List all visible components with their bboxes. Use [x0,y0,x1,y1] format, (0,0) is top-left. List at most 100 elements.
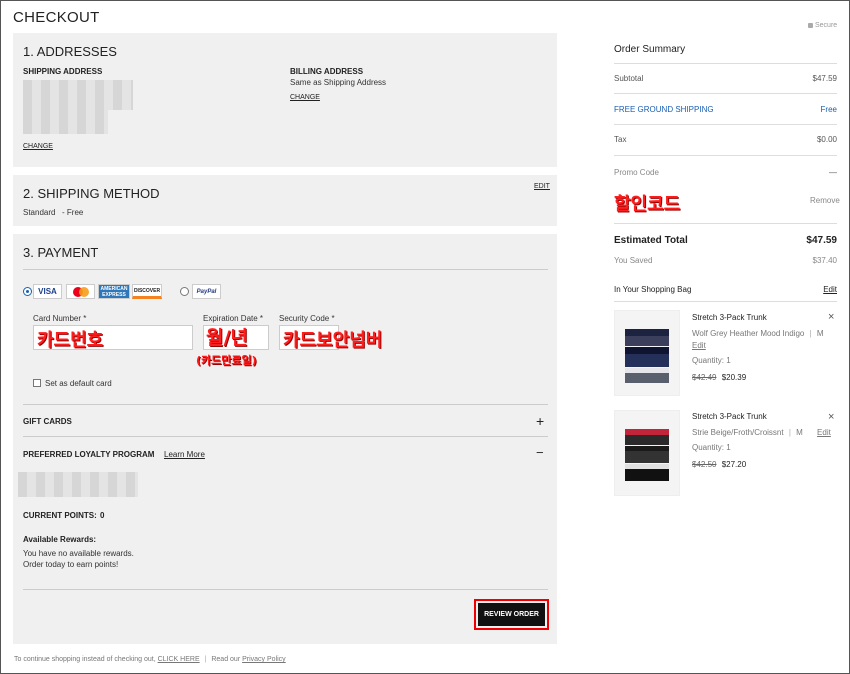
summary-divider-6 [614,301,837,302]
footer-read-our: Read our [211,656,241,663]
promo-code-label: Promo Code [614,168,659,177]
card-number-label: Card Number * [33,314,87,323]
item-2-quantity: Quantity: 1 [692,443,731,452]
item-1-variant: Wolf Grey Heather Mood Indigo | M [692,329,824,338]
shipping-address-label: SHIPPING ADDRESS [23,67,103,76]
tax-label: Tax [614,135,627,144]
gift-cards-expand-icon[interactable]: + [536,413,544,429]
item-2-color: Strie Beige/Froth/Croissnt [692,428,784,437]
shipping-row: FREE GROUND SHIPPING Free [614,105,837,114]
loyalty-collapse-icon[interactable]: − [536,445,544,460]
expiration-annotation: 월/년 [206,327,248,349]
card-radio[interactable] [23,287,32,296]
tax-value: $0.00 [816,135,837,144]
summary-divider-4 [614,155,837,156]
you-saved-label: You Saved [614,256,653,265]
secure-label: Secure [815,22,838,29]
subtotal-label: Subtotal [614,74,644,83]
product-image-2[interactable] [614,410,680,496]
available-rewards-heading: Available Rewards: [23,535,97,544]
footer: To continue shopping instead of checking… [14,656,286,663]
billing-address-label: BILLING ADDRESS [290,67,364,76]
free-shipping-label: FREE GROUND SHIPPING [614,105,714,114]
review-order-button[interactable]: REVIEW ORDER [474,599,549,630]
item-1-name: Stretch 3-Pack Trunk [692,313,767,322]
click-here-link[interactable]: CLICK HERE [158,656,200,663]
mastercard-icon [66,284,95,299]
item-2-variant: Strie Beige/Froth/Croissnt | M Edit [692,428,831,437]
amex-card-icon: AMERICAN EXPRESS [98,284,130,299]
paypal-radio[interactable] [180,287,189,296]
shipping-address-redacted-2 [23,110,108,134]
default-card-checkbox[interactable] [33,379,41,387]
expiration-note-annotation: (카드만료일) [196,354,257,367]
item-1-color: Wolf Grey Heather Mood Indigo [692,329,805,338]
discover-card-icon: DISCOVER [132,284,162,299]
secure-indicator: Secure [808,22,837,29]
page-title: CHECKOUT [13,9,100,26]
billing-address-value: Same as Shipping Address [290,78,387,87]
loyalty-redacted [18,472,138,497]
saved-row: You Saved $37.40 [614,256,837,265]
billing-address-change-link[interactable]: CHANGE [290,94,320,101]
footer-continue-text: To continue shopping instead of checking… [14,656,156,663]
promo-row: Promo Code — [614,168,837,177]
item-2-old-price: $42.50 [692,460,717,469]
shipping-address-change-link[interactable]: CHANGE [23,143,53,150]
item-2-remove-icon[interactable]: × [828,411,834,423]
item-2-edit-link[interactable]: Edit [817,428,831,437]
product-image-1[interactable] [614,310,680,396]
payment-divider [23,269,548,270]
shopping-bag-label: In Your Shopping Bag [614,285,692,294]
you-saved-value: $37.40 [812,256,837,265]
bag-row: In Your Shopping Bag Edit [614,285,837,294]
loyalty-divider [23,436,548,437]
security-code-label: Security Code * [279,314,335,323]
gift-divider [23,404,548,405]
shipping-value: Free [820,105,837,114]
item-2-price: $42.50 $27.20 [692,460,746,469]
payment-heading: 3. PAYMENT [23,245,99,260]
review-divider [23,589,548,590]
order-summary-heading: Order Summary [614,44,686,55]
estimated-total-value: $47.59 [806,235,837,246]
item-1-remove-icon[interactable]: × [828,311,834,323]
card-number-annotation: 카드번호 [37,330,104,351]
visa-card-icon: VISA [33,284,62,299]
item-1-old-price: $42.49 [692,373,717,382]
item-1-edit-link[interactable]: Edit [692,341,706,350]
promo-remove-link[interactable]: Remove [810,196,840,205]
shipping-method-heading: 2. SHIPPING METHOD [23,186,160,201]
current-points-label: CURRENT POINTS: [23,511,97,520]
default-card-label: Set as default card [45,379,112,388]
footer-separator: | [204,656,207,663]
item-2-sale-price: $27.20 [721,460,747,469]
shipping-method-edit-link[interactable]: EDIT [534,183,550,190]
rewards-line-2: Order today to earn points! [23,560,119,569]
addresses-heading: 1. ADDRESSES [23,44,117,59]
gift-cards-label[interactable]: GIFT CARDS [23,417,72,426]
shipping-method-price: - Free [62,208,84,217]
shipping-address-redacted [23,80,133,110]
item-2-name: Stretch 3-Pack Trunk [692,412,767,421]
estimated-total-label: Estimated Total [614,235,688,246]
bag-edit-link[interactable]: Edit [823,285,837,294]
loyalty-label: PREFERRED LOYALTY PROGRAM [23,450,155,459]
summary-divider-3 [614,124,837,125]
summary-divider-2 [614,93,837,94]
summary-divider-5 [614,223,837,224]
shipping-method-name: Standard [23,208,56,217]
privacy-policy-link[interactable]: Privacy Policy [242,656,286,663]
learn-more-link[interactable]: Learn More [164,450,205,459]
current-points-value: 0 [100,511,105,520]
security-code-annotation: 카드보안넘버 [283,330,383,351]
total-row: Estimated Total $47.59 [614,235,837,246]
promo-collapse-icon[interactable]: — [829,168,837,177]
expiration-date-label: Expiration Date * [203,314,264,323]
paypal-icon: PayPal [192,284,221,299]
item-1-price: $42.49 $20.39 [692,373,746,382]
subtotal-row: Subtotal $47.59 [614,74,837,83]
item-1-quantity: Quantity: 1 [692,356,731,365]
item-2-size: M [796,428,803,437]
promo-code-annotation: 할인코드 [614,194,681,215]
